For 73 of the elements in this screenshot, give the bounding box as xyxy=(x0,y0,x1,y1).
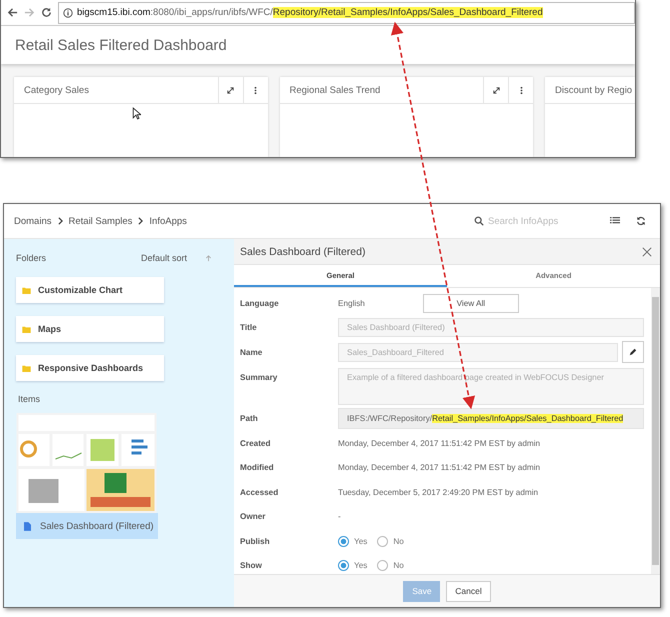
field-label: Name xyxy=(240,348,264,357)
panel-title: Discount by Regio xyxy=(554,84,634,98)
expand-icon xyxy=(226,86,235,94)
url-text: bigscm15.ibi.com xyxy=(77,7,150,18)
folder-icon xyxy=(22,286,31,294)
field-value: English xyxy=(338,298,365,308)
radio-button[interactable] xyxy=(338,560,349,572)
edit-button[interactable] xyxy=(622,341,644,364)
field-label: Modified xyxy=(240,463,275,472)
panel-title: Category Sales xyxy=(23,84,90,98)
field-label: Summary xyxy=(240,372,278,382)
reload-icon[interactable] xyxy=(41,7,52,18)
chevron-icon xyxy=(58,217,62,225)
panel-title: Sales Dashboard (Filtered) xyxy=(240,246,366,258)
scrollbar[interactable] xyxy=(651,288,660,574)
item-name: Sales Dashboard (Filtered) xyxy=(40,520,154,532)
forward-icon[interactable] xyxy=(24,7,35,18)
chevron-icon xyxy=(138,217,144,225)
radio-label: Yes xyxy=(354,561,368,570)
info-icon xyxy=(63,8,73,18)
refresh-icon[interactable] xyxy=(636,216,646,226)
folder-card[interactable]: Customizable Chart xyxy=(16,277,164,303)
field-label: Owner xyxy=(240,512,266,522)
list-view-icon[interactable] xyxy=(610,216,620,226)
folder-name: Customizable Chart xyxy=(38,285,123,295)
field-value: Monday, December 4, 2017 11:51:42 PM EST by admin xyxy=(338,438,540,448)
radio-label: No xyxy=(393,561,404,570)
items-label: Items xyxy=(18,394,42,404)
address-bar[interactable]: bigscm15.ibi.com:8080/ibi_apps/run/ibfs/WFC/Repository/Retail_Samples/InfoApps/Sales_Dashboard_Filtered xyxy=(58,2,635,24)
panel-title: Regional Sales Trend xyxy=(288,84,382,98)
view-all-button[interactable]: View All xyxy=(422,294,519,313)
close-icon[interactable] xyxy=(642,246,652,256)
document-icon xyxy=(24,522,31,530)
path-text: Retail_Samples/InfoApps/Sales_Dashboard_Filtered xyxy=(432,414,624,424)
radio-button[interactable] xyxy=(338,536,349,547)
folder-card[interactable]: Maps xyxy=(16,316,164,342)
back-icon[interactable] xyxy=(7,7,18,18)
field-value: Monday, December 4, 2017 11:51:42 PM EST by admin xyxy=(338,463,540,472)
folder-icon xyxy=(22,364,31,372)
field-label: Path xyxy=(240,414,259,424)
field-label: Publish xyxy=(240,536,271,546)
item-card[interactable]: Sales Dashboard (Filtered) xyxy=(16,413,158,539)
item-label-bar[interactable]: Sales Dashboard (Filtered) xyxy=(16,513,158,539)
radio-label: No xyxy=(393,536,404,546)
field-label: Accessed xyxy=(240,488,280,497)
cancel-button[interactable]: Cancel xyxy=(446,580,491,602)
folders-label: Folders xyxy=(16,253,46,263)
folder-icon xyxy=(22,326,31,332)
search-icon xyxy=(474,216,484,226)
field-label: Created xyxy=(240,438,272,448)
folder-card[interactable]: Responsive Dashboards xyxy=(16,355,164,381)
radio-button[interactable] xyxy=(377,560,388,572)
page-title: Retail Sales Filtered Dashboard xyxy=(15,36,227,54)
breadcrumb-link[interactable]: Retail Samples xyxy=(68,216,132,226)
folder-name: Maps xyxy=(38,324,62,334)
expand-icon xyxy=(492,86,500,94)
field-label: Language xyxy=(240,298,280,308)
folder-name: Responsive Dashboards xyxy=(38,363,144,373)
radio-button[interactable] xyxy=(377,536,388,547)
url-text: :8080/ibi_apps/run/ibfs/WFC/ xyxy=(150,7,273,18)
sort-arrow-icon[interactable] xyxy=(205,254,212,262)
url-text: Repository/Retail_Samples/InfoApps/Sales_Dashboard_Filtered xyxy=(272,7,543,18)
breadcrumb-link[interactable]: Domains xyxy=(14,216,52,226)
cursor-icon xyxy=(132,107,141,120)
field-value: - xyxy=(338,512,341,522)
field-label: Title xyxy=(240,323,258,332)
sort-dropdown[interactable]: Default sort xyxy=(140,253,187,263)
breadcrumb-link[interactable]: InfoApps xyxy=(149,216,187,226)
field-label: Show xyxy=(240,561,263,570)
radio-label: Yes xyxy=(354,536,368,546)
path-text: IBFS:/WFC/Repository/ xyxy=(347,414,432,424)
pencil-icon xyxy=(629,348,637,356)
field-value: Tuesday, December 5, 2017 2:49:20 PM EST by admin xyxy=(338,488,538,497)
